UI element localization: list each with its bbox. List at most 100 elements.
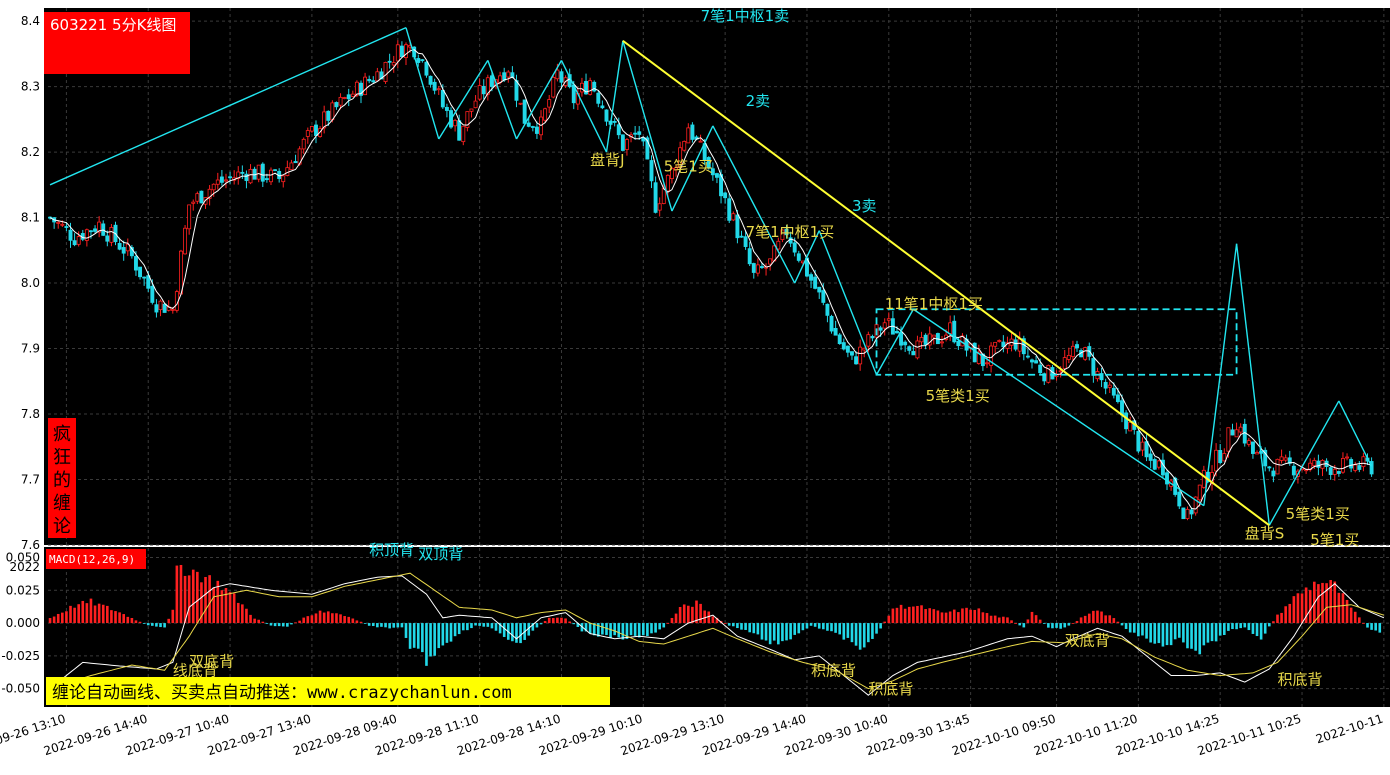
macd-histogram-bar [752, 623, 756, 634]
signal-annotation: 双顶背 [418, 545, 463, 563]
candle-body [886, 318, 891, 321]
candle-body [813, 276, 818, 289]
candle-body [1267, 466, 1272, 469]
macd-histogram-bar [486, 623, 490, 627]
candle-body [457, 120, 462, 141]
macd-histogram-bar [482, 623, 486, 627]
candle-body [1340, 458, 1345, 473]
macd-histogram-bar [142, 623, 146, 624]
macd-histogram-bar [281, 623, 285, 627]
macd-histogram-bar [61, 612, 64, 624]
candle-body [93, 228, 98, 232]
macd-histogram-bar [97, 603, 101, 624]
macd-histogram-bar [335, 613, 338, 624]
macd-histogram-bar [425, 623, 428, 666]
macd-histogram-bar [1308, 590, 1312, 624]
chart-canvas[interactable]: 7笔1中枢1卖 2卖盘背J 5笔1买 7笔1中枢1买 3卖 11笔1中枢1买 5笔类1买 5笔… [0, 0, 1390, 775]
signal-annotation: 双底背 [1065, 631, 1110, 649]
candle-body [444, 106, 449, 111]
candle-body [931, 334, 936, 338]
macd-histogram-bar [187, 575, 191, 624]
macd-histogram-bar [1018, 623, 1022, 626]
candle-body [551, 76, 556, 98]
macd-histogram-bar [1235, 623, 1238, 630]
candle-body [878, 327, 883, 331]
macd-histogram-bar [543, 621, 547, 624]
macd-histogram-bar [122, 614, 126, 624]
candle-body [1034, 360, 1039, 364]
candle-body [240, 171, 245, 174]
macd-histogram-bar [183, 575, 187, 624]
signal-annotation: 5笔类1买 [926, 387, 990, 405]
candle-body [1103, 381, 1108, 389]
macd-histogram-bar [151, 623, 154, 626]
macd-histogram-bar [903, 608, 907, 624]
candle-body [187, 204, 192, 230]
side-label-char-3: 的 [53, 470, 71, 491]
macd-histogram-bar [339, 614, 342, 624]
macd-histogram-bar [748, 623, 751, 633]
macd-histogram-bar [646, 623, 649, 637]
macd-histogram-bar [155, 623, 158, 627]
macd-histogram-bar [801, 623, 805, 631]
candle-body [870, 336, 875, 339]
candle-body [714, 173, 719, 178]
macd-histogram-bar [1218, 623, 1222, 636]
macd-histogram-bar [1182, 623, 1185, 643]
candle-body [1152, 459, 1157, 470]
macd-histogram-bar [1206, 623, 1210, 643]
candle-body [248, 169, 253, 184]
candle-body [862, 347, 867, 351]
candle-body [138, 266, 143, 278]
candle-body [224, 179, 228, 182]
macd-histogram-bar [723, 623, 727, 624]
candle-body [616, 124, 621, 136]
candle-body [518, 102, 523, 105]
candle-body [637, 131, 642, 135]
macd-histogram-bar [302, 617, 306, 624]
macd-histogram-bar [146, 623, 150, 626]
candle-body [796, 253, 801, 261]
candle-body [334, 102, 339, 108]
macd-histogram-bar [429, 623, 432, 657]
macd-histogram-bar [392, 623, 396, 628]
signal-annotation: 积底背 [868, 680, 913, 698]
candle-body [420, 59, 425, 62]
candle-body [228, 176, 233, 179]
macd-histogram-bar [654, 623, 657, 633]
candle-body [477, 85, 482, 100]
macd-histogram-bar [899, 604, 903, 624]
side-label-char-4: 缠 [53, 493, 71, 514]
macd-histogram-bar [768, 623, 772, 645]
candle-body [142, 276, 147, 279]
macd-histogram-bar [1014, 623, 1017, 624]
candle-body [1107, 384, 1112, 388]
candle-body [1246, 440, 1251, 445]
macd-histogram-bar [981, 612, 985, 624]
macd-histogram-bar [175, 565, 179, 624]
macd-histogram-bar [1116, 621, 1120, 624]
macd-histogram-bar [556, 617, 559, 624]
signal-annotation: 积顶背 [369, 541, 414, 559]
macd-histogram-bar [703, 610, 706, 624]
candle-body [1189, 509, 1194, 515]
macd-histogram-bar [466, 623, 469, 631]
url-banner-text[interactable]: 缠论自动画线、买卖点自动推送：www.crazychanlun.com [52, 683, 512, 703]
macd-histogram-bar [261, 621, 265, 624]
candle-body [1361, 456, 1366, 468]
macd-histogram-bar [253, 618, 256, 624]
candle-body [264, 178, 269, 181]
macd-histogram-bar [817, 623, 821, 629]
macd-histogram-bar [1378, 623, 1382, 633]
candle-body [940, 341, 944, 344]
candle-body [1218, 450, 1223, 464]
candle-body [723, 192, 728, 199]
macd-histogram-bar [171, 609, 175, 624]
candle-body [1083, 347, 1088, 360]
candle-body [792, 242, 797, 253]
macd-histogram-bar [727, 623, 731, 626]
macd-histogram-bar [1296, 593, 1300, 624]
macd-histogram-bar [846, 623, 850, 638]
macd-histogram-bar [56, 613, 60, 624]
candle-body [1357, 465, 1362, 470]
